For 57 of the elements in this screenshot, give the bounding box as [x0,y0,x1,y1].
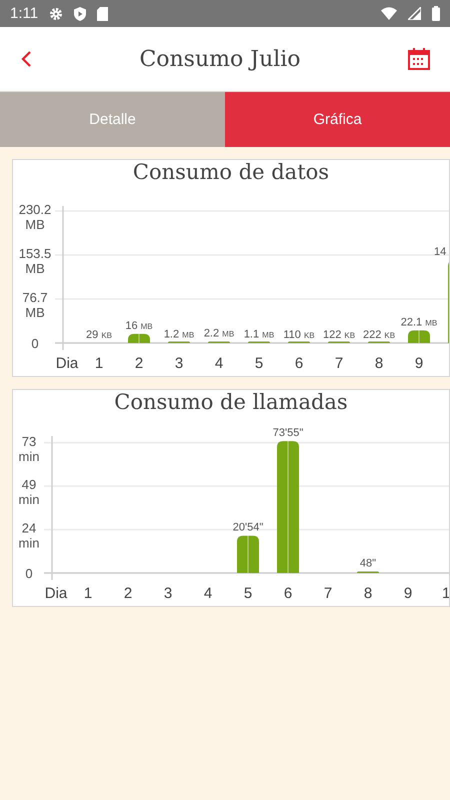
axis-tick-label: 9 [414,355,424,372]
axis-tick-label: 24 min [18,520,40,551]
calendar-button[interactable] [408,48,430,70]
axis-tick-label: 0 [31,336,39,351]
battery-icon [432,6,440,21]
value-label: 73'55" [272,427,304,440]
wifi-icon [381,7,397,20]
signal-icon [408,7,421,20]
axis-tick-label: 73 min [18,434,40,464]
axis-tick-label: 8 [364,585,372,602]
back-button[interactable] [20,50,32,68]
status-time: 1:11 [10,5,38,22]
axis-tick-label: 6 [294,355,304,372]
gear-icon [49,6,64,20]
axis-tick-label: 7 [324,585,332,602]
value-label: 29 KB [86,329,112,341]
axis-tick-label: 230.2 MB [18,202,52,232]
bar [128,334,150,343]
value-label: 16 MB [125,320,153,332]
chart-title: Consumo de datos [132,160,330,186]
chart-title: Consumo de llamadas [113,390,349,416]
value-label: 1.2 MB [164,328,194,340]
axis-tick-label: 4 [214,355,224,372]
axis-tick-label: 2 [134,355,144,372]
axis-tick-label: 49 min [18,477,40,508]
value-label: 20'54" [232,522,264,534]
axis-tick-label: 0 [25,566,33,581]
screen-title: Consumo Julio [138,46,302,72]
axis-title: Dia [44,585,68,602]
axis-tick-label: 1 [94,355,104,372]
axis-tick-label: 3 [164,585,172,602]
value-label: 48" [360,558,376,570]
value-label: 22.1 MB [400,316,438,328]
tab[interactable]: Gráfica [225,92,450,147]
axis-tick-label: 5 [244,585,252,602]
value-label: 122 KB [322,328,356,341]
axis-title: Dia [56,355,78,372]
value-label: 2.2 MB [204,328,234,340]
axis-tick-label: 4 [204,585,212,602]
value-label: 14 [434,246,446,258]
axis-tick-label: 8 [374,355,384,372]
axis-tick-label: 9 [404,585,412,602]
axis-tick-label: 1 [84,585,92,602]
shield-icon [74,6,86,20]
value-label: 110 KB [283,328,315,341]
axis-tick-label: 5 [254,355,264,372]
axis-tick-label: 153.5 MB [18,246,52,276]
value-label: 222 KB [362,328,396,341]
bar [237,536,259,573]
value-label: 1.1 MB [244,328,274,340]
bar [408,330,430,343]
axis-tick-label: 6 [284,585,292,602]
axis-tick-label: 3 [174,355,184,372]
axis-tick-label: 2 [124,585,132,602]
sd-card-icon [97,6,108,20]
axis-tick-label: 76.7 MB [22,290,48,320]
axis-tick-label: 7 [334,355,344,372]
